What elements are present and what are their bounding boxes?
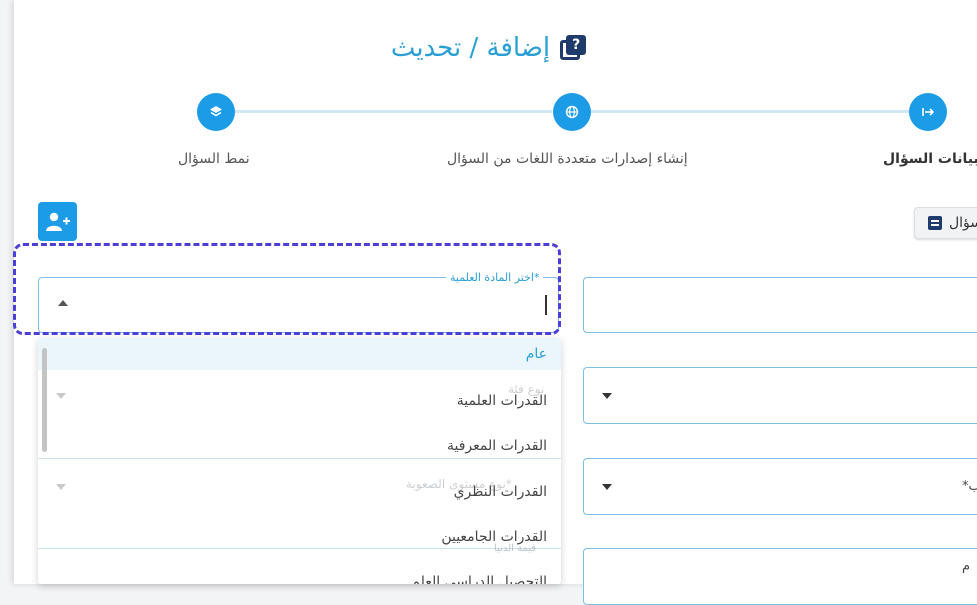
right-select-2-value: *ب (962, 479, 977, 494)
list-item[interactable]: عام (38, 338, 561, 370)
question-text-field[interactable] (583, 277, 977, 333)
scrollbar[interactable] (42, 348, 47, 452)
option-label: التحصيل الدراسي العلم (411, 573, 547, 585)
focus-outline (13, 243, 561, 335)
list-item[interactable]: القدرات النظري (38, 469, 561, 514)
question-list-button[interactable]: سؤال (914, 207, 977, 239)
option-label: القدرات العلمية (456, 392, 547, 409)
layers-icon (210, 106, 222, 117)
right-input-3-value: م (962, 559, 971, 574)
subject-dropdown-list[interactable]: نوع فئة نوع مستوى الصعوبة* قيمة الدنيا ع… (38, 338, 561, 584)
list-item[interactable]: التحصيل الدراسي العلم (38, 559, 561, 585)
right-select-1[interactable] (583, 367, 977, 424)
right-input-3[interactable]: م (583, 548, 977, 605)
step-multilingual[interactable] (553, 93, 591, 131)
stepper-connector (591, 110, 909, 113)
step-question-type[interactable] (197, 93, 235, 131)
option-label: القدرات النظري (453, 483, 547, 500)
document-icon (928, 216, 942, 230)
globe-icon (565, 105, 579, 119)
add-user-button[interactable] (38, 202, 77, 241)
user-plus-icon (45, 212, 70, 231)
step-label-question-data: بيانات السؤال (883, 151, 977, 167)
option-label: القدرات المعرفية (446, 437, 547, 454)
list-item[interactable]: القدرات الجامعيين (38, 514, 561, 559)
stepper-connector (234, 110, 552, 113)
question-box-icon: ? (560, 35, 587, 61)
chevron-down-icon (602, 484, 612, 490)
list-item[interactable]: القدرات العلمية (38, 378, 561, 423)
question-list-button-label: سؤال (949, 215, 977, 231)
step-question-data[interactable] (909, 93, 947, 131)
right-select-2[interactable]: *ب (583, 458, 977, 515)
page-header: إضافة / تحديث ? (0, 26, 977, 70)
page-title: إضافة / تحديث (390, 33, 551, 63)
option-label: القدرات الجامعيين (441, 528, 547, 545)
step-label-multilingual: إنشاء إصدارات متعددة اللغات من السؤال (447, 151, 688, 167)
arrow-to-line-icon (922, 108, 935, 116)
step-label-question-type: نمط السؤال (178, 151, 250, 167)
chevron-down-icon (602, 393, 612, 399)
list-item[interactable]: القدرات المعرفية (38, 423, 561, 468)
option-label: عام (525, 346, 547, 362)
